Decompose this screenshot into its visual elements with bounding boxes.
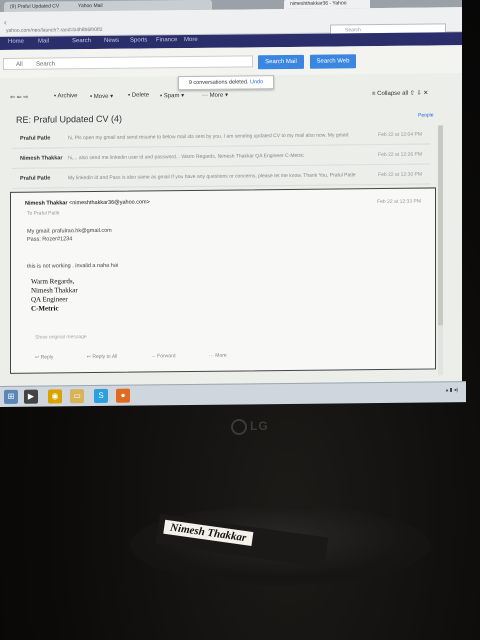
firefox-icon[interactable]: ●	[116, 388, 130, 403]
start-icon[interactable]: ⊞	[4, 389, 18, 404]
lg-logo-icon	[231, 419, 247, 435]
skype-icon[interactable]: S	[94, 388, 108, 404]
signature-line: QA Engineer	[31, 295, 68, 304]
thread-from: Praful Patle	[20, 135, 51, 142]
delete-button[interactable]: ▪ Delete	[128, 92, 149, 98]
nav-mail[interactable]: Mail	[38, 38, 49, 44]
search-scope[interactable]: All	[16, 59, 23, 71]
show-original-link[interactable]: Show original message	[35, 334, 87, 341]
message-to: To Praful Patle	[27, 210, 60, 217]
deleted-toast: 9 conversations deleted. Undo	[178, 75, 274, 91]
sender-email: <nimeshthakkar36@yahoo.com>	[69, 199, 150, 207]
media-player-icon[interactable]: ▶	[24, 389, 38, 404]
thread-snippet: hi,... also send me linkedin user id and…	[68, 152, 304, 162]
signature-line: C-Metric	[31, 304, 59, 313]
reply-button[interactable]: ↩ Reply	[35, 354, 69, 360]
search-mail-button[interactable]: Search Mail	[258, 54, 304, 70]
back-arrow-icon[interactable]: ⇦ ⇐ ⇨	[10, 94, 28, 101]
thread-snippet: My linkedin id and Pass is also same as …	[68, 172, 356, 182]
forward-label: Forward	[157, 353, 176, 360]
more-actions-button[interactable]: ··· More	[209, 352, 243, 359]
body-line: My gmail: prafulrao.hk@gmail.com	[27, 227, 112, 235]
thread-date: Feb 22 at 12:04 PM	[378, 131, 422, 139]
thread-from: Nimesh Thakkar	[20, 155, 63, 162]
search-row: All Search Search Mail Search Web	[0, 45, 462, 78]
thread-date: Feb 22 at 12:26 PM	[378, 151, 422, 159]
reply-all-button[interactable]: ↩ Reply to All	[87, 354, 134, 360]
move-label: Move	[93, 93, 109, 101]
folder-icon[interactable]: ▭	[70, 389, 84, 404]
thread-snippet: hi, Pls open my gmail and send resume to…	[68, 132, 350, 142]
open-message: Nimesh Thakkar <nimeshthakkar36@yahoo.co…	[10, 187, 436, 374]
body-line: this is not working . invalid a naha hai	[27, 262, 119, 270]
nav-finance[interactable]: Finance	[156, 37, 177, 43]
monitor-screen: (9) Praful Updated CV Yahoo Mail nimesht…	[0, 0, 462, 392]
message-actions: ↩ Reply ↩ Reply to All → Forward ··· Mor…	[35, 352, 259, 361]
conversation-subject: RE: Praful Updated CV (4)	[16, 113, 123, 125]
reply-all-label: Reply to All	[92, 353, 118, 361]
more-button[interactable]: ··· More ▾	[202, 92, 228, 99]
scrollbar[interactable]	[438, 125, 443, 376]
photo: (9) Praful Updated CV Yahoo Mail nimesht…	[0, 0, 480, 640]
thread-row[interactable]: Praful Patle My linkedin id and Pass is …	[12, 165, 430, 189]
more-label: More	[209, 92, 224, 99]
delete-label: Delete	[131, 92, 150, 99]
search-placeholder: Search	[36, 61, 56, 68]
spam-button[interactable]: ▪ Spam ▾	[160, 92, 184, 99]
move-button[interactable]: ▪ Move ▾	[90, 93, 113, 100]
nav-news[interactable]: News	[104, 38, 119, 44]
system-tray[interactable]: ▴ ▮ ◂)	[446, 387, 458, 393]
nav-home[interactable]: Home	[8, 39, 24, 45]
forward-button[interactable]: → Forward	[151, 353, 192, 359]
toast-message: 9 conversations deleted.	[188, 79, 249, 87]
monitor-brand: LG	[250, 419, 269, 433]
undo-link[interactable]: Undo	[250, 79, 263, 85]
sender-name: Nimesh Thakkar	[25, 200, 68, 207]
thread-date: Feb 22 at 12:30 PM	[378, 171, 422, 179]
mail-toolbar: ⇦ ⇐ ⇨ ▪ Archive ▪ Move ▾ ▪ Delete ▪ Spam…	[0, 87, 462, 106]
search-web-button[interactable]: Search Web	[310, 54, 356, 69]
signature-line: Warm Regards,	[31, 277, 75, 286]
scroll-thumb[interactable]	[438, 125, 443, 326]
thread-from: Praful Patle	[20, 175, 51, 182]
archive-button[interactable]: ▪ Archive	[54, 93, 77, 99]
more-actions-label: More	[215, 352, 227, 359]
spam-label: Spam	[163, 93, 180, 100]
people-link[interactable]: People	[418, 112, 434, 118]
chrome-icon[interactable]: ◉	[48, 389, 62, 404]
message-sender: Nimesh Thakkar <nimeshthakkar36@yahoo.co…	[25, 199, 150, 206]
signature-line: Nimesh Thakkar	[31, 286, 78, 295]
nav-search[interactable]: Search	[72, 38, 91, 44]
collapse-label: Collapse all	[377, 90, 409, 98]
taskbar: ⊞ ▶ ◉ ▭ S ● ▴ ▮ ◂)	[0, 381, 466, 407]
body-line: Pass: Rozer#1234	[27, 236, 73, 243]
reply-label: Reply	[40, 354, 54, 361]
nav-sports[interactable]: Sports	[130, 37, 147, 43]
collapse-all-button[interactable]: ≡ Collapse all ⇧ ⇩ ✕	[372, 90, 428, 98]
message-date: Feb 22 at 12:33 PM	[377, 198, 421, 206]
mail-search-input[interactable]: All Search	[3, 55, 253, 70]
archive-label: Archive	[57, 93, 78, 100]
back-icon[interactable]: ‹	[4, 18, 7, 27]
nav-more[interactable]: More	[184, 37, 198, 43]
